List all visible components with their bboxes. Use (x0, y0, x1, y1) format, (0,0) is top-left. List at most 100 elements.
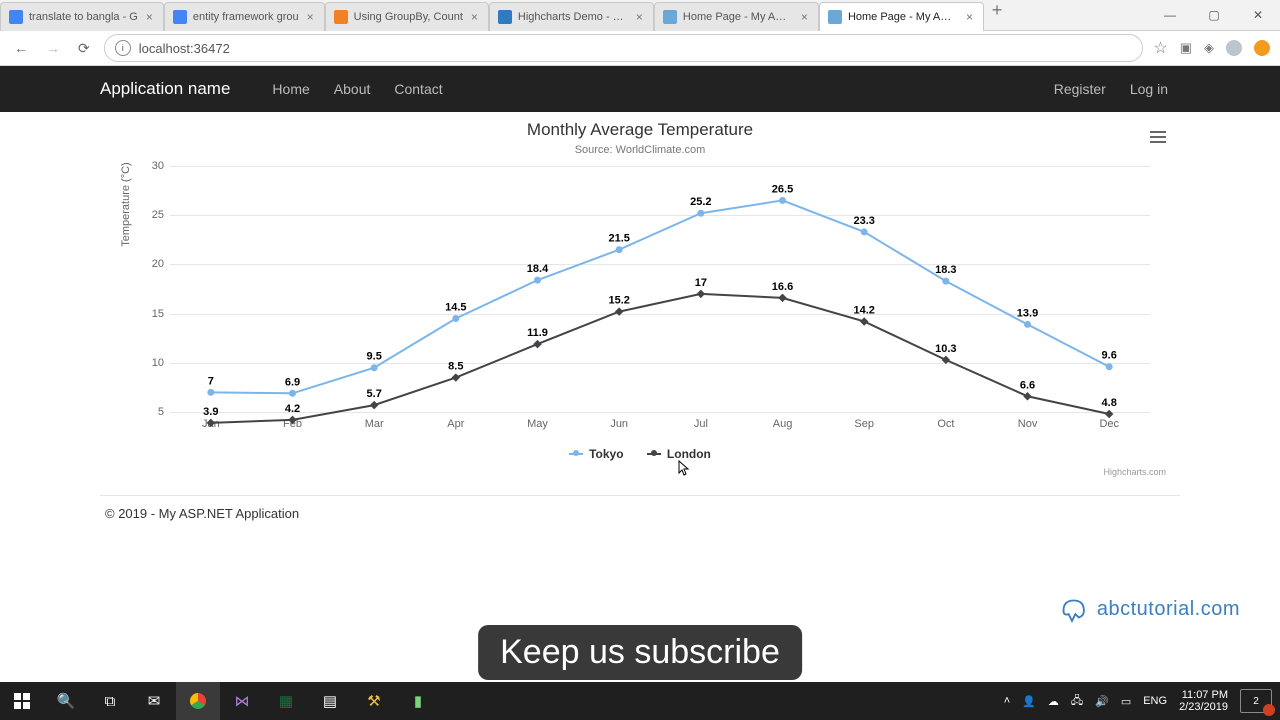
extension-tag-icon[interactable]: ◈ (1204, 40, 1214, 56)
browser-tab[interactable]: entity framework grou× (164, 2, 325, 31)
svg-text:11.9: 11.9 (527, 327, 548, 339)
calculator-app[interactable]: ▤ (308, 682, 352, 720)
svg-text:23.3: 23.3 (853, 215, 874, 227)
site-info-icon[interactable]: i (115, 40, 131, 56)
network-icon[interactable]: 🖧 (1071, 692, 1083, 711)
close-window-button[interactable]: ✕ (1236, 0, 1280, 30)
browser-tab[interactable]: Highcharts Demo - JSF× (489, 2, 654, 31)
bookmark-star-icon[interactable]: ☆ (1153, 38, 1167, 58)
svg-text:4.2: 4.2 (285, 403, 300, 415)
svg-text:14.5: 14.5 (445, 302, 466, 314)
profile-avatar[interactable] (1226, 40, 1242, 56)
excel-app[interactable]: ▦ (264, 682, 308, 720)
chart-title: Monthly Average Temperature (110, 120, 1170, 140)
tabs-container: translate to bangla - G×entity framework… (0, 0, 984, 30)
close-tab-icon[interactable]: × (469, 10, 480, 24)
reload-button[interactable]: ⟳ (74, 36, 94, 61)
svg-text:16.6: 16.6 (772, 281, 793, 293)
chart-legend: Tokyo London (110, 444, 1170, 461)
volume-icon[interactable]: 🔊 (1095, 695, 1109, 708)
clock[interactable]: 11:07 PM2/23/2019 (1179, 689, 1228, 713)
url-input[interactable]: i localhost:36472 (104, 34, 1144, 62)
legend-item-tokyo[interactable]: Tokyo (569, 447, 623, 461)
site-navbar: Application name Home About Contact Regi… (0, 66, 1280, 112)
language-indicator[interactable]: ENG (1143, 695, 1167, 707)
address-bar: ← → ⟳ i localhost:36472 ☆ ▣ ◈ (0, 31, 1280, 66)
extension-icon[interactable]: ▣ (1180, 40, 1192, 56)
start-button[interactable] (0, 682, 44, 720)
nav-contact[interactable]: Contact (394, 81, 442, 97)
minimize-button[interactable]: — (1148, 0, 1192, 30)
maximize-button[interactable]: ▢ (1192, 0, 1236, 30)
svg-text:4.8: 4.8 (1102, 397, 1117, 409)
svg-text:10.3: 10.3 (935, 343, 956, 355)
svg-text:15.2: 15.2 (608, 295, 629, 307)
svg-text:6.9: 6.9 (285, 376, 300, 388)
x-tick: Jun (578, 412, 660, 430)
forward-button[interactable]: → (42, 36, 64, 60)
svg-text:14.2: 14.2 (853, 304, 874, 316)
browser-tab[interactable]: Home Page - My ASP.N× (819, 2, 984, 31)
chart-plot-area: Temperature (°C) 5101520253076.99.514.51… (170, 166, 1150, 412)
x-tick: Aug (742, 412, 824, 430)
svg-text:13.9: 13.9 (1017, 307, 1038, 319)
divider (100, 495, 1180, 496)
people-icon[interactable]: 👤 (1022, 695, 1036, 708)
onedrive-icon[interactable]: ☁ (1048, 695, 1059, 708)
system-tray: ˄ 👤 ☁ 🖧 🔊 ▭ ENG 11:07 PM2/23/2019 2 (1004, 689, 1280, 713)
svg-text:17: 17 (695, 277, 707, 289)
chart-container: Monthly Average Temperature Source: Worl… (110, 120, 1170, 477)
dev-tools-app[interactable]: ⚒ (352, 682, 396, 720)
close-tab-icon[interactable]: × (144, 10, 155, 24)
svg-text:3.9: 3.9 (203, 406, 218, 418)
mail-app[interactable]: ✉ (132, 682, 176, 720)
svg-text:18.4: 18.4 (527, 263, 549, 275)
back-button[interactable]: ← (10, 36, 32, 60)
search-button[interactable]: 🔍 (44, 682, 88, 720)
visual-studio-app[interactable]: ⋈ (220, 682, 264, 720)
chart-menu-button[interactable] (1146, 126, 1170, 148)
svg-text:8.5: 8.5 (448, 361, 463, 373)
legend-item-london[interactable]: London (647, 447, 711, 461)
x-tick: Nov (987, 412, 1069, 430)
browser-tab[interactable]: Using GroupBy, Count× (325, 2, 489, 31)
x-tick: Oct (905, 412, 987, 430)
notepad-app[interactable]: ▮ (396, 682, 440, 720)
url-text: localhost:36472 (139, 41, 230, 56)
close-tab-icon[interactable]: × (634, 10, 645, 24)
browser-tab[interactable]: Home Page - My ASP.N× (654, 2, 819, 31)
nav-register[interactable]: Register (1054, 81, 1106, 97)
y-axis-title: Temperature (°C) (120, 162, 132, 246)
svg-text:18.3: 18.3 (935, 264, 956, 276)
nav-home[interactable]: Home (272, 81, 309, 97)
new-tab-button[interactable]: + (984, 0, 1010, 30)
nav-about[interactable]: About (334, 81, 371, 97)
window-controls: — ▢ ✕ (1148, 0, 1280, 30)
browser-tab-strip: translate to bangla - G×entity framework… (0, 0, 1280, 31)
svg-text:7: 7 (208, 375, 214, 387)
subscribe-overlay: Keep us subscribe (478, 625, 802, 680)
svg-text:9.5: 9.5 (367, 351, 382, 363)
x-tick: Sep (823, 412, 905, 430)
nav-login[interactable]: Log in (1130, 81, 1168, 97)
close-tab-icon[interactable]: × (964, 10, 975, 24)
battery-icon[interactable]: ▭ (1121, 695, 1131, 708)
tray-expand-icon[interactable]: ˄ (1004, 695, 1010, 707)
chart-credit[interactable]: Highcharts.com (110, 467, 1166, 477)
browser-tab[interactable]: translate to bangla - G× (0, 2, 164, 31)
extension-dot[interactable] (1254, 40, 1270, 56)
brand-link[interactable]: Application name (100, 79, 230, 99)
chrome-app[interactable] (176, 682, 220, 720)
chart-subtitle: Source: WorldClimate.com (110, 144, 1170, 156)
svg-text:21.5: 21.5 (608, 233, 629, 245)
mouse-cursor (676, 460, 692, 476)
svg-text:6.6: 6.6 (1020, 379, 1035, 391)
task-view-button[interactable]: ⧉ (88, 682, 132, 720)
svg-text:26.5: 26.5 (772, 183, 793, 195)
close-tab-icon[interactable]: × (799, 10, 810, 24)
footer-text: © 2019 - My ASP.NET Application (105, 506, 1280, 521)
action-center-icon[interactable]: 2 (1240, 689, 1272, 713)
brand-logo[interactable]: abctutorial.com (1055, 592, 1240, 626)
svg-text:5.7: 5.7 (367, 388, 382, 400)
close-tab-icon[interactable]: × (305, 10, 316, 24)
